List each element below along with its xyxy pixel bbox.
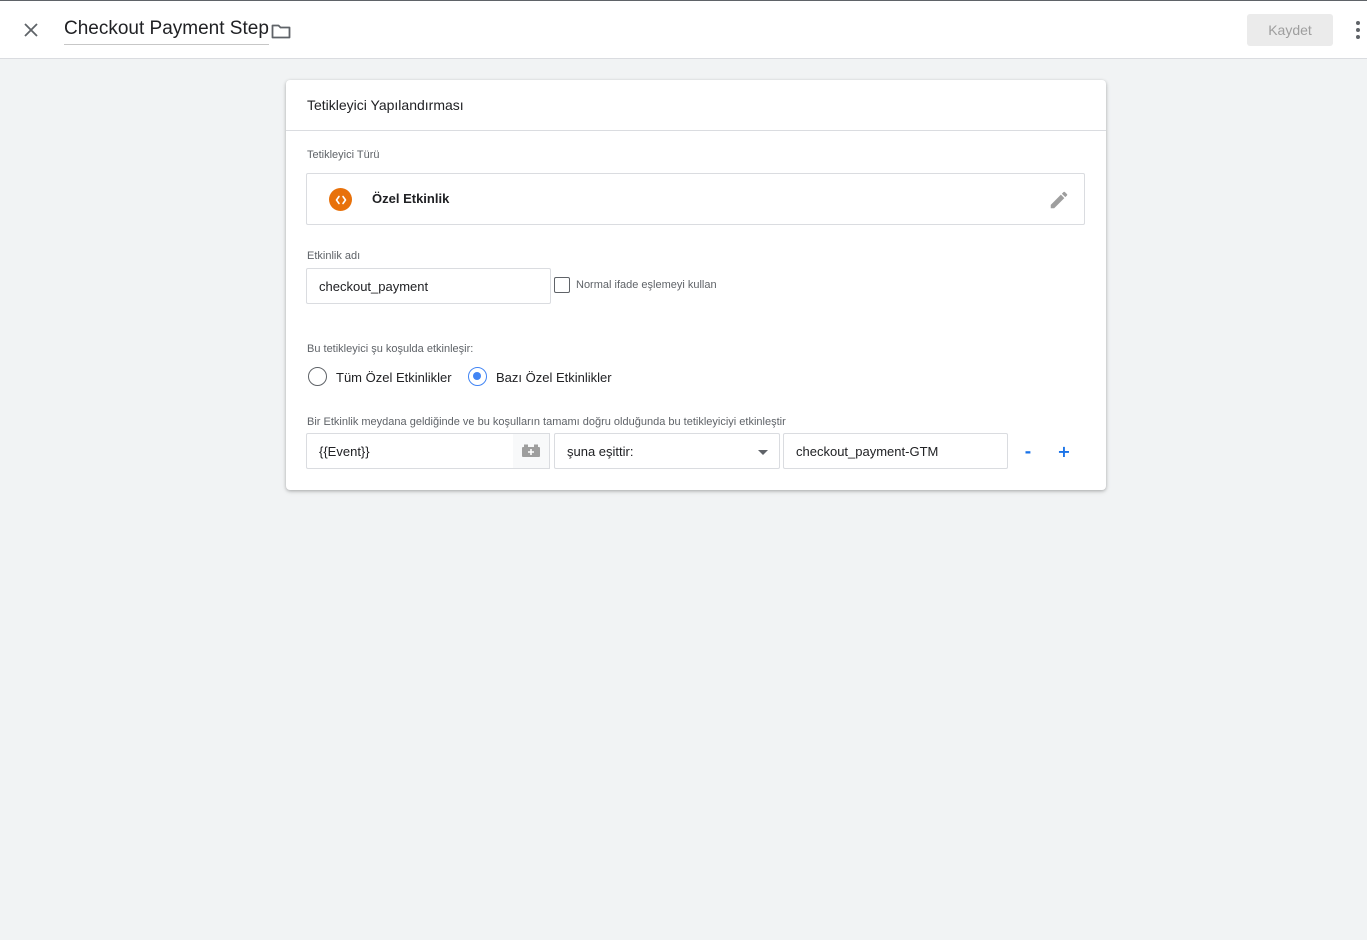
radio-some-custom-events-label[interactable]: Bazı Özel Etkinlikler: [496, 370, 612, 385]
top-bar: Checkout Payment Step Kaydet: [0, 0, 1367, 59]
trigger-configuration-card: Tetikleyici Yapılandırması Tetikleyici T…: [286, 80, 1106, 490]
trigger-type-name: Özel Etkinlik: [372, 191, 450, 206]
close-button[interactable]: [19, 18, 43, 42]
more-options-button[interactable]: [1349, 18, 1367, 42]
folder-icon: [271, 24, 291, 39]
trigger-type-selector[interactable]: Özel Etkinlik: [306, 173, 1085, 225]
chevron-down-icon: [758, 450, 768, 455]
folder-button[interactable]: [269, 19, 293, 43]
card-title: Tetikleyici Yapılandırması: [286, 80, 1106, 131]
radio-some-custom-events[interactable]: [468, 367, 487, 386]
regex-checkbox[interactable]: [554, 277, 570, 293]
condition-variable-input[interactable]: [306, 433, 514, 469]
radio-all-custom-events[interactable]: [308, 367, 327, 386]
condition-label: Bir Etkinlik meydana geldiğinde ve bu ko…: [307, 416, 786, 428]
condition-value-input[interactable]: [783, 433, 1008, 469]
variable-picker-button[interactable]: [513, 433, 550, 469]
condition-operator-value: şuna eşittir:: [567, 444, 634, 459]
more-vert-icon: [1356, 21, 1360, 25]
close-icon: [24, 23, 38, 37]
save-button[interactable]: Kaydet: [1247, 14, 1333, 46]
variable-brick-icon: [522, 444, 540, 457]
pencil-edit-icon[interactable]: [1048, 189, 1070, 211]
page-title[interactable]: Checkout Payment Step: [64, 18, 269, 45]
add-condition-button[interactable]: +: [1050, 437, 1078, 465]
trigger-type-label: Tetikleyici Türü: [307, 149, 380, 161]
radio-all-custom-events-label[interactable]: Tüm Özel Etkinlikler: [336, 370, 452, 385]
fires-on-label: Bu tetikleyici şu koşulda etkinleşir:: [307, 343, 474, 355]
event-name-label: Etkinlik adı: [307, 250, 361, 262]
custom-event-code-icon: [329, 188, 352, 211]
regex-checkbox-label: Normal ifade eşlemeyi kullan: [576, 279, 717, 291]
condition-operator-select[interactable]: şuna eşittir:: [554, 433, 780, 469]
event-name-input[interactable]: [306, 268, 551, 304]
remove-condition-button[interactable]: -: [1014, 437, 1042, 465]
